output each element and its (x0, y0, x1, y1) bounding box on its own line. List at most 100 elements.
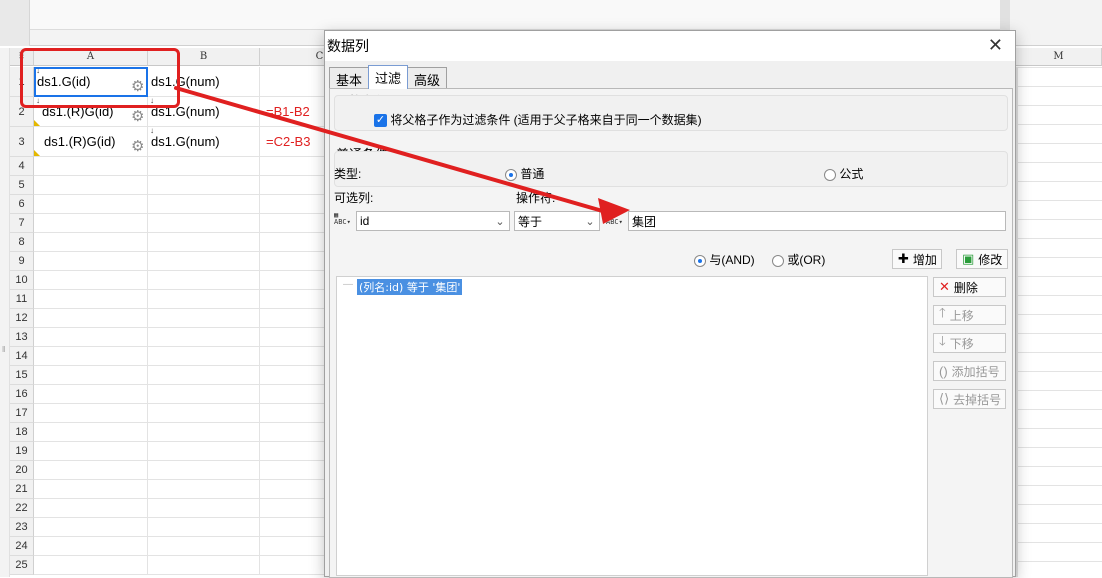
column-type-abc-icon[interactable]: ▦ ABC▾ (334, 212, 354, 232)
cell-b2[interactable]: ↓ ds1.G(num) (148, 97, 260, 127)
sheet-cell[interactable] (148, 176, 260, 195)
sheet-cell[interactable] (34, 537, 148, 556)
column-header-b[interactable]: B (148, 48, 260, 66)
row-number[interactable]: 22 (10, 499, 34, 518)
modify-condition-button[interactable]: ▣ 修改 (956, 249, 1008, 269)
row-number[interactable]: 25 (10, 556, 34, 575)
sheet-cell[interactable] (34, 347, 148, 366)
row-number[interactable]: 20 (10, 461, 34, 480)
sheet-cell[interactable] (34, 385, 148, 404)
operator-select[interactable]: 等于 ⌄ (514, 211, 600, 231)
sheet-cell[interactable] (260, 518, 330, 537)
sheet-cell[interactable] (34, 499, 148, 518)
move-up-button[interactable]: 🡑 上移 (933, 305, 1006, 325)
logic-and-option[interactable]: 与(AND) (694, 251, 755, 268)
sheet-cell[interactable] (260, 176, 330, 195)
type-formula-radio[interactable] (824, 168, 836, 181)
row-number[interactable]: 6 (10, 195, 34, 214)
type-normal-radio[interactable] (505, 168, 517, 181)
splitter-grip-icon[interactable]: ‖ (2, 345, 5, 354)
column-select[interactable]: id ⌄ (356, 211, 510, 231)
sheet-cell[interactable] (260, 347, 330, 366)
sheet-cell[interactable] (260, 480, 330, 499)
logic-and-radio[interactable] (694, 254, 706, 267)
sheet-cell[interactable] (260, 195, 330, 214)
cell-a1[interactable]: ↓ ds1.G(id) ⚙ (34, 67, 148, 97)
parent-filter-checkbox[interactable]: ✓ (374, 114, 387, 128)
sheet-cell[interactable] (34, 442, 148, 461)
row-number[interactable]: 18 (10, 423, 34, 442)
sheet-cell[interactable] (34, 176, 148, 195)
sheet-cell[interactable] (34, 271, 148, 290)
sheet-cell[interactable] (34, 252, 148, 271)
sheet-cell[interactable] (260, 214, 330, 233)
sheet-cell[interactable] (34, 461, 148, 480)
sheet-cell[interactable] (260, 233, 330, 252)
sheet-cell[interactable] (34, 556, 148, 575)
row-number[interactable]: 9 (10, 252, 34, 271)
row-number[interactable]: 14 (10, 347, 34, 366)
sheet-cell[interactable] (34, 518, 148, 537)
row-number[interactable]: 2 (10, 97, 34, 127)
sheet-cell[interactable] (260, 290, 330, 309)
row-number[interactable]: 23 (10, 518, 34, 537)
sheet-cell[interactable] (148, 499, 260, 518)
sheet-cell[interactable] (34, 309, 148, 328)
add-bracket-button[interactable]: () 添加括号 (933, 361, 1006, 381)
sheet-cell[interactable] (260, 461, 330, 480)
condition-list-item[interactable]: (列名:id) 等于 '集团' (357, 279, 463, 295)
condition-value-input[interactable]: 集团 (628, 211, 1006, 231)
dialog-titlebar[interactable]: 数据列 ✕ (325, 31, 1015, 61)
select-all-corner[interactable]: ⠿ (10, 48, 34, 66)
sheet-cell[interactable] (148, 366, 260, 385)
sheet-cell[interactable] (260, 309, 330, 328)
chevron-down-icon[interactable]: ⌄ (581, 212, 599, 230)
sheet-cell[interactable] (148, 556, 260, 575)
row-number[interactable]: 11 (10, 290, 34, 309)
sheet-cell[interactable] (148, 518, 260, 537)
row-number[interactable]: 1 (10, 67, 34, 97)
sheet-cell[interactable] (148, 347, 260, 366)
sheet-cell[interactable] (34, 423, 148, 442)
delete-button[interactable]: ✕ 删除 (933, 277, 1006, 297)
sheet-cell[interactable] (148, 157, 260, 176)
value-type-abc-icon[interactable]: ▦ ABC▾ (606, 212, 626, 232)
sheet-cell[interactable] (148, 537, 260, 556)
sheet-cell[interactable] (148, 442, 260, 461)
logic-or-radio[interactable] (772, 254, 784, 267)
row-number[interactable]: 19 (10, 442, 34, 461)
sheet-cell[interactable] (148, 214, 260, 233)
tab-basic[interactable]: 基本 (329, 67, 370, 89)
cell-c2[interactable]: =B1-B2 (260, 97, 330, 127)
sheet-cell[interactable] (148, 233, 260, 252)
type-formula-option[interactable]: 公式 (824, 165, 863, 182)
cell-b3[interactable]: ↓ ds1.G(num) (148, 127, 260, 157)
sheet-cell[interactable] (148, 290, 260, 309)
row-number[interactable]: 5 (10, 176, 34, 195)
sheet-cell[interactable] (34, 328, 148, 347)
sheet-cell[interactable] (34, 214, 148, 233)
row-number[interactable]: 15 (10, 366, 34, 385)
sheet-cell[interactable] (260, 328, 330, 347)
column-header-a[interactable]: A (34, 48, 148, 66)
row-number[interactable]: 4 (10, 157, 34, 176)
sheet-cell[interactable] (260, 252, 330, 271)
row-number[interactable]: 13 (10, 328, 34, 347)
column-header-m[interactable]: M (1016, 48, 1102, 66)
sheet-cell[interactable] (148, 404, 260, 423)
sheet-cell[interactable] (260, 423, 330, 442)
sheet-cell[interactable] (148, 252, 260, 271)
sheet-cell[interactable] (34, 290, 148, 309)
sheet-cell[interactable] (34, 195, 148, 214)
row-number[interactable]: 21 (10, 480, 34, 499)
sheet-cell[interactable] (148, 195, 260, 214)
close-icon[interactable]: ✕ (988, 35, 1003, 56)
cell-c1[interactable] (260, 67, 330, 97)
chevron-down-icon[interactable]: ⌄ (491, 212, 509, 230)
sheet-cell[interactable] (148, 461, 260, 480)
top-scrollbar[interactable] (1000, 0, 1010, 30)
sheet-cell[interactable] (260, 556, 330, 575)
row-number[interactable]: 7 (10, 214, 34, 233)
logic-or-option[interactable]: 或(OR) (772, 251, 825, 268)
cell-a2[interactable]: ↓ ds1.(R)G(id) ⚙ (34, 97, 148, 127)
